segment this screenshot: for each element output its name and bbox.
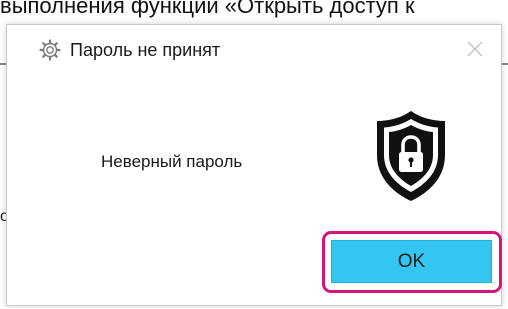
error-message: Неверный пароль [101,152,243,171]
dialog-titlebar: Пароль не принят [7,25,501,75]
page: выполнения функций «Открыть доступ к о П… [0,0,508,309]
settings-gear-icon [39,39,61,61]
password-rejected-dialog: Пароль не принят Неверный пароль OK [6,24,502,306]
close-icon [467,41,483,57]
close-button[interactable] [457,33,493,65]
background-document-text: выполнения функций «Открыть доступ к [0,0,415,18]
dialog-title: Пароль не принят [70,40,221,60]
shield-lock-icon [374,109,448,203]
ok-button[interactable]: OK [331,240,492,283]
